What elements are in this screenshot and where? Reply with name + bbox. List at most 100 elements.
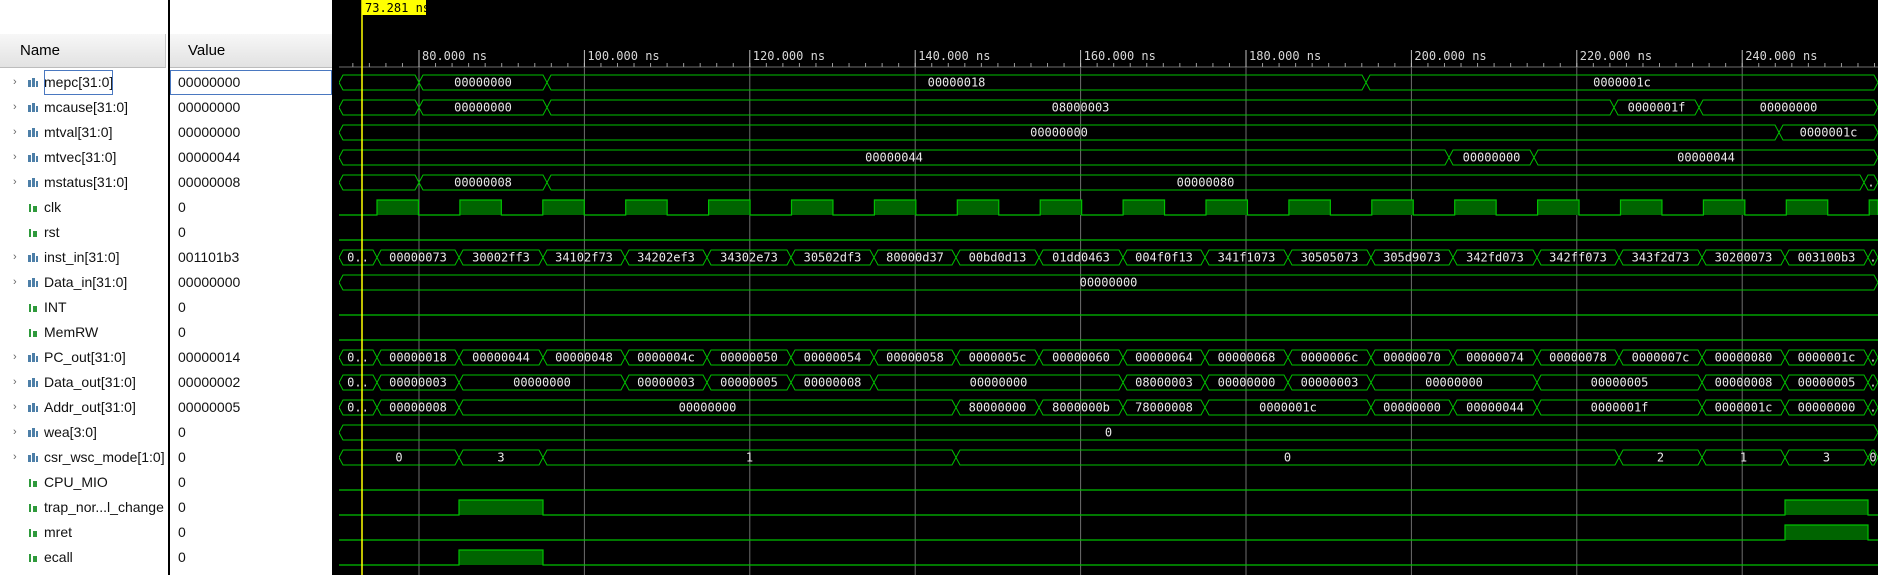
bus-value-label: 00000008 bbox=[804, 376, 862, 390]
signal-name: clk bbox=[44, 199, 62, 215]
signal-name: Addr_out[31:0] bbox=[44, 399, 136, 415]
signal-row[interactable]: › mstatus[31:0] bbox=[0, 170, 168, 195]
bus-value-label: 01dd0463 bbox=[1052, 251, 1110, 265]
bus-value-label: 003100b3 bbox=[1798, 251, 1856, 265]
bus-value-label: 30200073 bbox=[1715, 251, 1773, 265]
bus-value-label: 00000005 bbox=[1798, 376, 1856, 390]
signal-row[interactable]: mret bbox=[0, 520, 168, 545]
bus-value-label: 00000080 bbox=[1177, 176, 1235, 190]
signal-value: 0 bbox=[178, 199, 186, 215]
bus-value-label: 305d9073 bbox=[1383, 251, 1441, 265]
signal-row[interactable]: › wea[3:0] bbox=[0, 420, 168, 445]
signal-name: inst_in[31:0] bbox=[44, 249, 120, 265]
signal-name: rst bbox=[44, 224, 60, 240]
bus-value-label: 00000000 bbox=[679, 401, 737, 415]
signal-row[interactable]: CPU_MIO bbox=[0, 470, 168, 495]
name-column-header[interactable]: Name bbox=[0, 34, 166, 68]
bus-value-label: 00000060 bbox=[1052, 351, 1110, 365]
bus-value-label: 00000080 bbox=[1715, 351, 1773, 365]
timeline-tick-label: 100.000 ns bbox=[587, 49, 659, 63]
bus-value-label: 00000000 bbox=[970, 376, 1028, 390]
signal-row[interactable]: trap_nor...l_change bbox=[0, 495, 168, 520]
signal-row[interactable]: INT bbox=[0, 295, 168, 320]
bus-value-label: 2 bbox=[1657, 451, 1664, 465]
signal-value: 00000000 bbox=[178, 124, 241, 140]
expand-chevron-icon[interactable]: › bbox=[13, 170, 17, 195]
expand-chevron-icon[interactable]: › bbox=[13, 395, 17, 420]
signal-row[interactable]: › inst_in[31:0] bbox=[0, 245, 168, 270]
bus-value-label: 08000003 bbox=[1052, 101, 1110, 115]
bus-icon bbox=[28, 153, 38, 162]
expand-chevron-icon[interactable]: › bbox=[13, 120, 17, 145]
bus-value-label: 78000008 bbox=[1135, 401, 1193, 415]
signal-row[interactable]: › Data_out[31:0] bbox=[0, 370, 168, 395]
signal-value: 0 bbox=[178, 474, 186, 490]
bit-icon bbox=[29, 479, 37, 487]
signal-row[interactable]: › mtvec[31:0] bbox=[0, 145, 168, 170]
signal-name-pane: Name › mepc[31:0] › mcause[31:0] › mtval[31:0… bbox=[0, 0, 168, 575]
signal-row[interactable]: › Addr_out[31:0] bbox=[0, 395, 168, 420]
timeline-tick-label: 160.000 ns bbox=[1084, 49, 1156, 63]
bus-value-label: 0 bbox=[395, 451, 402, 465]
signal-row[interactable]: rst bbox=[0, 220, 168, 245]
bus-value-label: 00000000 bbox=[513, 376, 571, 390]
bus-value-label: 00000003 bbox=[637, 376, 695, 390]
expand-chevron-icon[interactable]: › bbox=[13, 270, 17, 295]
bus-value-label: 00000000 bbox=[1463, 151, 1521, 165]
bus-value-label: 00000000 bbox=[1080, 276, 1138, 290]
bus-value-label: 3 bbox=[1823, 451, 1830, 465]
expand-chevron-icon[interactable]: › bbox=[13, 70, 17, 95]
bus-value-label: 341f1073 bbox=[1218, 251, 1276, 265]
expand-chevron-icon[interactable]: › bbox=[13, 145, 17, 170]
bus-value-label: 00000058 bbox=[886, 351, 944, 365]
bus-value-label: 00000000 bbox=[1760, 101, 1818, 115]
signal-row[interactable]: MemRW bbox=[0, 320, 168, 345]
bus-value-label: 00000050 bbox=[720, 351, 778, 365]
signal-value-pane: Value 00000000 00000000 00000000 00000044 00… bbox=[170, 0, 332, 575]
bit-icon bbox=[29, 229, 37, 237]
pane-divider[interactable] bbox=[332, 0, 339, 575]
bus-segment bbox=[339, 99, 420, 116]
bus-value-label: 30502df3 bbox=[804, 251, 862, 265]
bus-value-label: 342ff073 bbox=[1549, 251, 1607, 265]
timeline-tick-label: 240.000 ns bbox=[1745, 49, 1817, 63]
waveform-canvas[interactable]: 80.000 ns 100.000 ns 120.000 ns 140.000 ns 1… bbox=[339, 0, 1878, 575]
bus-value-label: 00000000 bbox=[1383, 401, 1441, 415]
signal-row[interactable]: clk bbox=[0, 195, 168, 220]
expand-chevron-icon[interactable]: › bbox=[13, 445, 17, 470]
signal-row[interactable]: › PC_out[31:0] bbox=[0, 345, 168, 370]
expand-chevron-icon[interactable]: › bbox=[13, 345, 17, 370]
bus-value-label: 1 bbox=[1740, 451, 1747, 465]
signal-value: 0 bbox=[178, 499, 186, 515]
signal-row[interactable]: › mtval[31:0] bbox=[0, 120, 168, 145]
clock-high-fill bbox=[708, 200, 751, 215]
bus-value-label: 00000000 bbox=[1218, 376, 1276, 390]
clock-high-fill bbox=[957, 200, 999, 215]
signal-row[interactable]: › Data_in[31:0] bbox=[0, 270, 168, 295]
bus-value-label: 0000001c bbox=[1593, 76, 1651, 90]
expand-chevron-icon[interactable]: › bbox=[13, 245, 17, 270]
value-column-header[interactable]: Value bbox=[170, 34, 332, 68]
signal-row[interactable]: › mcause[31:0] bbox=[0, 95, 168, 120]
signal-name: ecall bbox=[44, 549, 73, 565]
signal-row[interactable]: › mepc[31:0] bbox=[0, 70, 168, 95]
bus-value-label: 00000018 bbox=[389, 351, 447, 365]
signal-row[interactable]: ecall bbox=[0, 545, 168, 570]
bus-icon bbox=[28, 378, 38, 387]
signal-value: 0 bbox=[178, 524, 186, 540]
bus-value-label: 1 bbox=[746, 451, 753, 465]
bus-value-label: 00000005 bbox=[1591, 376, 1649, 390]
signal-name: mepc[31:0] bbox=[44, 70, 114, 95]
bus-icon bbox=[28, 103, 38, 112]
expand-chevron-icon[interactable]: › bbox=[13, 370, 17, 395]
signal-row[interactable]: › csr_wsc_mode[1:0] bbox=[0, 445, 168, 470]
bus-value-label: 0000001c bbox=[1715, 401, 1773, 415]
expand-chevron-icon[interactable]: › bbox=[13, 95, 17, 120]
bus-value-label: 343f2d73 bbox=[1632, 251, 1690, 265]
bit-icon bbox=[29, 504, 37, 512]
bus-segment bbox=[339, 74, 420, 91]
bus-value-label: 00000000 bbox=[1798, 401, 1856, 415]
expand-chevron-icon[interactable]: › bbox=[13, 420, 17, 445]
bus-value-label: . bbox=[1867, 176, 1874, 190]
bus-icon bbox=[28, 178, 38, 187]
